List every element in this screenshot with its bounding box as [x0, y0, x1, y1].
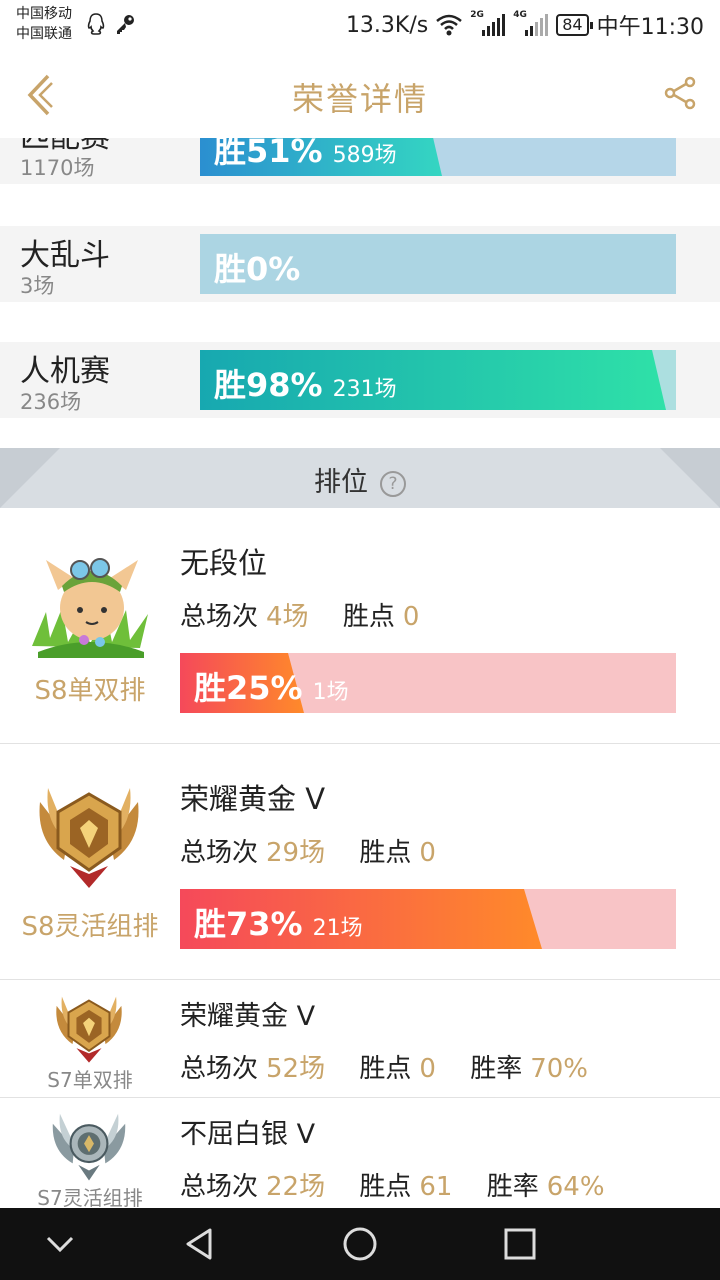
- total-games-label: 总场次: [180, 602, 259, 632]
- signal-2g-icon: 2G: [470, 10, 506, 36]
- signal-2g-label: 2G: [470, 10, 484, 20]
- total-games-value: 52场: [266, 1054, 326, 1084]
- win-rate-value: 64%: [546, 1172, 605, 1202]
- win-rate-bar: 胜73% 21场: [180, 889, 676, 949]
- win-count-label: 1场: [312, 680, 349, 705]
- league-points-label: 胜点: [359, 1172, 412, 1202]
- total-games-label: 总场次: [180, 838, 259, 868]
- win-rate-label: 胜25%: [194, 669, 303, 707]
- back-nav-button[interactable]: [182, 1226, 218, 1262]
- win-rate-bar: 胜0%: [200, 234, 676, 294]
- season-label: S8单双排: [34, 676, 146, 706]
- league-points-value: 0: [402, 602, 420, 632]
- win-count-label: 21场: [312, 916, 363, 941]
- qq-icon: [87, 13, 105, 35]
- status-bar: 中国移动 中国联通 13.3K/s 2G 4G 84 中午11:30: [0, 0, 720, 52]
- mode-row-matched[interactable]: 匹配赛 1170场 胜51%589场: [0, 138, 720, 184]
- recents-nav-button[interactable]: [502, 1226, 538, 1262]
- ranked-entry-s7-flex[interactable]: S7灵活组排 不屈白银 V 总场次 22场 胜点 61 胜率 64%: [0, 1098, 720, 1208]
- win-count-label: 589场: [332, 143, 397, 168]
- win-rate-value: 70%: [530, 1054, 589, 1084]
- teemo-emblem-icon: [32, 558, 148, 658]
- battery-icon: 84: [556, 14, 594, 36]
- content-scroll[interactable]: 匹配赛 1170场 胜51%589场 大乱斗 3场 胜0% 人机赛 236场 胜…: [0, 138, 720, 1208]
- season-label: S7单双排: [47, 1068, 133, 1092]
- total-games-value: 4场: [266, 602, 309, 632]
- ranked-section-header: 排位?: [0, 448, 720, 508]
- carrier-2: 中国联通: [16, 26, 72, 42]
- win-rate-label: 胜率: [470, 1054, 523, 1084]
- carrier-1: 中国移动: [16, 6, 72, 22]
- mode-row-aram[interactable]: 大乱斗 3场 胜0%: [0, 226, 720, 302]
- season-label: S7灵活组排: [37, 1186, 143, 1208]
- total-games-value: 22场: [266, 1172, 326, 1202]
- win-count-label: 231场: [332, 377, 397, 402]
- signal-4g-icon: 4G: [513, 10, 549, 36]
- silver-rank-emblem-icon: [52, 1113, 126, 1181]
- win-rate-label: 胜51%: [214, 138, 323, 170]
- tier-name: 荣耀黄金 V: [180, 782, 326, 816]
- title-bar: 荣誉详情: [0, 52, 720, 138]
- clock: 中午11:30: [596, 15, 704, 40]
- mode-count: 236场: [20, 390, 82, 414]
- season-label: S8灵活组排: [21, 912, 159, 942]
- win-rate-bar: 胜98% 231场: [200, 350, 676, 410]
- tier-name: 不屈白银 V: [180, 1119, 316, 1150]
- ranked-entry-s7-solo[interactable]: S7单双排 荣耀黄金 V 总场次 52场 胜点 0 胜率 70%: [0, 980, 720, 1098]
- total-games-value: 29场: [266, 838, 326, 868]
- win-rate-label: 胜73%: [194, 905, 303, 943]
- league-points-value: 0: [419, 838, 436, 868]
- ranked-title: 排位: [314, 467, 368, 498]
- ranked-entry-s8-flex[interactable]: S8灵活组排 荣耀黄金 V 总场次 29场 胜点 0 胜73% 21场: [0, 744, 720, 980]
- network-speed: 13.3K/s: [345, 12, 429, 38]
- carrier-info: 中国移动 中国联通: [16, 4, 72, 44]
- win-rate-bar: 胜51% 589场: [200, 138, 676, 176]
- help-icon[interactable]: ?: [380, 471, 406, 497]
- total-games-label: 总场次: [180, 1172, 259, 1202]
- league-points-label: 胜点: [359, 1054, 412, 1084]
- league-points-label: 胜点: [359, 838, 412, 868]
- gold-rank-emblem-icon: [56, 996, 122, 1063]
- mode-count: 1170场: [20, 156, 95, 180]
- mode-row-bots[interactable]: 人机赛 236场 胜98% 231场: [0, 342, 720, 418]
- ranked-entry-s8-solo[interactable]: S8单双排 无段位 总场次 4场 胜点 0 胜25% 1场: [0, 508, 720, 744]
- win-rate-bar: 胜25% 1场: [180, 653, 676, 713]
- gold-rank-emblem-icon: [39, 788, 139, 888]
- win-rate-label: 胜0%: [214, 250, 301, 288]
- league-points-value: 61: [419, 1172, 453, 1202]
- share-button[interactable]: [664, 76, 698, 110]
- navigation-bar: [0, 1208, 720, 1280]
- mode-name: 大乱斗: [20, 238, 110, 273]
- win-rate-label: 胜98%: [214, 366, 323, 404]
- win-rate-label: 胜率: [486, 1172, 539, 1202]
- signal-4g-label: 4G: [513, 10, 527, 20]
- page-title: 荣誉详情: [291, 80, 428, 118]
- total-games-label: 总场次: [180, 1054, 259, 1084]
- key-icon: [117, 15, 134, 34]
- wifi-icon: [436, 14, 463, 36]
- mode-name: 人机赛: [20, 354, 110, 389]
- league-points-label: 胜点: [342, 602, 395, 632]
- home-nav-button[interactable]: [342, 1226, 378, 1262]
- league-points-value: 0: [419, 1054, 436, 1084]
- mode-count: 3场: [20, 274, 55, 298]
- tier-name: 无段位: [180, 546, 268, 580]
- tier-name: 荣耀黄金 V: [180, 1001, 316, 1032]
- hide-nav-button[interactable]: [42, 1226, 78, 1262]
